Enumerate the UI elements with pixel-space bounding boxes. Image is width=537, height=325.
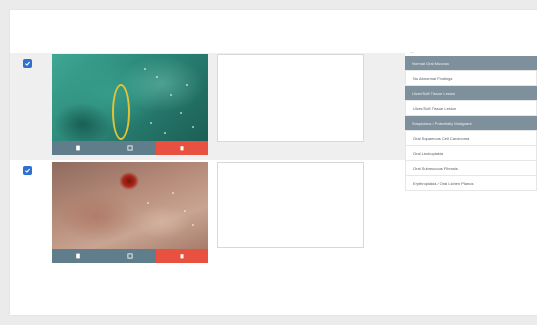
check-icon [25, 61, 31, 66]
image-speckle [186, 84, 188, 86]
edit-button[interactable] [104, 141, 156, 155]
view-button[interactable] [52, 249, 104, 263]
delete-button[interactable] [156, 141, 208, 155]
classification-panel: — Normal Oral Mucosa No Abnormal Finding… [405, 47, 537, 191]
review-panel: — Normal Oral Mucosa No Abnormal Finding… [10, 10, 537, 315]
option-oral-leukoplakia[interactable]: Oral Leukoplakia [405, 146, 537, 161]
option-oral-submucous-fibrosis[interactable]: Oral Submucous Fibrosis [405, 161, 537, 176]
image-speckle [180, 112, 182, 114]
option-no-abnormal-findings[interactable]: No Abnormal Findings [405, 71, 537, 86]
image-row [10, 160, 405, 265]
edit-icon [127, 253, 133, 259]
select-checkbox[interactable] [23, 59, 32, 68]
clinical-image[interactable] [52, 162, 208, 249]
delete-button[interactable] [156, 249, 208, 263]
panel-caption: — [410, 49, 414, 54]
image-speckle [170, 94, 172, 96]
thumbnail-actions [52, 141, 208, 155]
image-speckle [164, 132, 166, 134]
thumbnail-actions [52, 249, 208, 263]
check-icon [25, 168, 31, 173]
option-ulcer-soft-tissue-lesion-header[interactable]: Ulcer/Soft Tissue Lesion [405, 86, 537, 101]
image-speckle [172, 192, 174, 194]
document-icon [76, 253, 80, 259]
option-oral-squamous-cell-carcinoma[interactable]: Oral Squamous Cell Carcinoma [405, 131, 537, 146]
image-thumbnail [52, 54, 208, 155]
select-checkbox[interactable] [23, 166, 32, 175]
image-thumbnail [52, 162, 208, 263]
image-speckle [147, 202, 149, 204]
document-icon [76, 145, 80, 151]
trash-icon [180, 254, 184, 259]
image-row [10, 53, 405, 160]
image-speckle [150, 122, 152, 124]
clinical-image[interactable] [52, 54, 208, 141]
edit-button[interactable] [104, 249, 156, 263]
trash-icon [180, 146, 184, 151]
edit-icon [127, 145, 133, 151]
notes-field[interactable] [217, 162, 364, 248]
image-speckle [144, 68, 146, 70]
option-suspicious-header[interactable]: Suspicious / Potentially Malignant [405, 116, 537, 131]
notes-field[interactable] [217, 54, 364, 142]
image-speckle [192, 126, 194, 128]
option-normal-oral-mucosa[interactable]: Normal Oral Mucosa [405, 56, 537, 71]
option-ulcer-soft-tissue-lesion[interactable]: Ulcer/Soft Tissue Lesion [405, 101, 537, 116]
image-speckle [192, 224, 194, 226]
image-speckle [184, 210, 186, 212]
annotation-ellipse[interactable] [112, 84, 130, 140]
image-speckle [156, 76, 158, 78]
view-button[interactable] [52, 141, 104, 155]
option-erythroplakia[interactable]: Erythroplakia / Oral Lichen Planus [405, 176, 537, 191]
